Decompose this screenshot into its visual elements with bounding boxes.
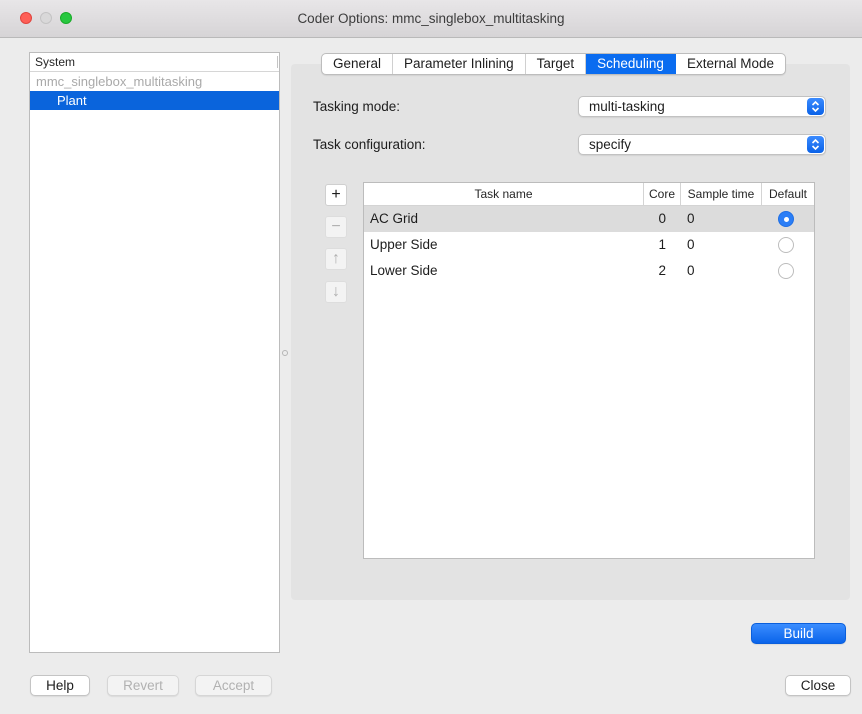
tab-general[interactable]: General	[322, 54, 394, 74]
task-configuration-select[interactable]: specify	[578, 134, 826, 155]
sample-time-cell[interactable]: 0	[681, 258, 762, 284]
default-radio[interactable]	[778, 263, 794, 279]
system-tree[interactable]: System mmc_singlebox_multitasking Plant	[29, 52, 280, 653]
core-cell[interactable]: 2	[644, 258, 681, 284]
tab-parameter-inlining[interactable]: Parameter Inlining	[393, 54, 526, 74]
core-cell[interactable]: 0	[644, 206, 681, 232]
tab-external-mode[interactable]: External Mode	[676, 54, 785, 74]
tab-scheduling[interactable]: Scheduling	[586, 54, 676, 74]
task-table[interactable]: Task name Core Sample time Default AC Gr…	[363, 182, 815, 559]
revert-button[interactable]: Revert	[107, 675, 179, 696]
task-table-header: Task name Core Sample time Default	[364, 183, 814, 206]
table-row[interactable]: Lower Side 2 0	[364, 258, 814, 284]
build-button[interactable]: Build	[751, 623, 846, 644]
task-name-cell[interactable]: Upper Side	[364, 232, 644, 258]
task-configuration-label: Task configuration:	[313, 137, 426, 152]
system-tree-header[interactable]: System	[30, 53, 279, 72]
add-task-button[interactable]: +	[325, 184, 347, 206]
task-name-cell[interactable]: Lower Side	[364, 258, 644, 284]
core-cell[interactable]: 1	[644, 232, 681, 258]
accept-button[interactable]: Accept	[195, 675, 272, 696]
sample-time-cell[interactable]: 0	[681, 206, 762, 232]
table-row[interactable]: AC Grid 0 0	[364, 206, 814, 232]
table-row[interactable]: Upper Side 1 0	[364, 232, 814, 258]
default-cell	[762, 232, 814, 258]
move-down-button[interactable]: ↓	[325, 281, 347, 303]
tasking-mode-label: Tasking mode:	[313, 99, 401, 114]
default-radio[interactable]	[778, 237, 794, 253]
column-task-name[interactable]: Task name	[364, 183, 644, 205]
title-bar: Coder Options: mmc_singlebox_multitaskin…	[0, 0, 862, 38]
move-up-button[interactable]: ↑	[325, 248, 347, 270]
default-cell	[762, 206, 814, 232]
window-title: Coder Options: mmc_singlebox_multitaskin…	[297, 11, 565, 26]
tasking-mode-value: multi-tasking	[589, 99, 665, 114]
close-button[interactable]: Close	[785, 675, 851, 696]
task-configuration-value: specify	[589, 137, 632, 152]
splitter-handle[interactable]	[282, 350, 288, 356]
tree-item-plant[interactable]: Plant	[30, 91, 279, 110]
select-arrows-icon	[807, 136, 824, 153]
task-name-cell[interactable]: AC Grid	[364, 206, 644, 232]
column-sample-time[interactable]: Sample time	[681, 183, 762, 205]
default-cell	[762, 258, 814, 284]
column-core[interactable]: Core	[644, 183, 681, 205]
sample-time-cell[interactable]: 0	[681, 232, 762, 258]
options-tabs: General Parameter Inlining Target Schedu…	[321, 53, 786, 75]
remove-task-button[interactable]: −	[325, 216, 347, 238]
help-button[interactable]: Help	[30, 675, 90, 696]
tasking-mode-select[interactable]: multi-tasking	[578, 96, 826, 117]
tab-target[interactable]: Target	[526, 54, 587, 74]
select-arrows-icon	[807, 98, 824, 115]
default-radio[interactable]	[778, 211, 794, 227]
column-default[interactable]: Default	[762, 183, 814, 205]
tree-item-model[interactable]: mmc_singlebox_multitasking	[30, 72, 279, 91]
